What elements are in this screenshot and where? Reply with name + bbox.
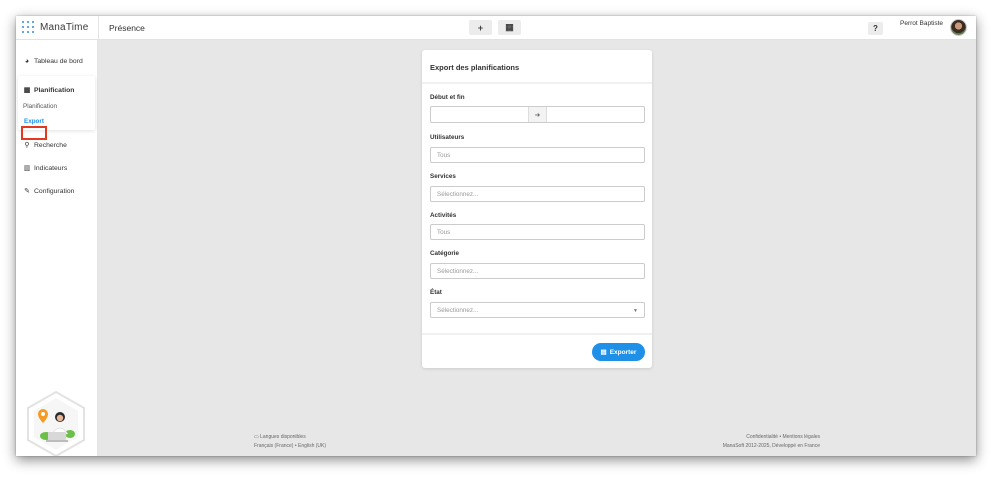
users-label: Utilisateurs xyxy=(430,134,465,141)
state-select[interactable]: Sélectionnez... ▼ xyxy=(430,302,645,318)
sidebar-item-planification[interactable]: ▦ Planification xyxy=(23,86,75,95)
calendar-icon: ▦ xyxy=(505,22,514,32)
support-illustration xyxy=(27,390,85,456)
calendar-button[interactable]: ▦ xyxy=(498,20,521,35)
help-button[interactable]: ? xyxy=(868,22,883,35)
top-bar: ManaTime Présence + ▦ ? Perrot Baptiste xyxy=(16,16,976,40)
arrow-right-icon: ➔ xyxy=(529,107,547,122)
divider xyxy=(98,16,99,40)
services-label: Services xyxy=(430,173,456,180)
legal-footer: Confidentialité • Mentions légales ManaS… xyxy=(706,433,820,451)
state-label: État xyxy=(430,289,442,296)
sidebar-item-label: Configuration xyxy=(34,187,75,195)
sidebar-item-dashboard[interactable]: ◕ Tableau de bord xyxy=(23,58,83,65)
category-label: Catégorie xyxy=(430,250,460,257)
divider xyxy=(422,333,652,335)
plus-icon: + xyxy=(477,22,484,33)
wrench-icon: ✎ xyxy=(24,188,30,195)
date-range-label: Début et fin xyxy=(430,94,465,101)
sidebar-item-label: Tableau de bord xyxy=(34,58,83,65)
sidebar: ◕ Tableau de bord ▦ Planification Planif… xyxy=(16,40,98,456)
avatar[interactable] xyxy=(950,19,967,36)
app-window: ManaTime Présence + ▦ ? Perrot Baptiste … xyxy=(16,16,976,456)
sidebar-item-indicateurs[interactable]: ▥ Indicateurs xyxy=(23,164,68,173)
category-select[interactable]: Sélectionnez... xyxy=(430,263,645,279)
copyright: ManaSoft 2012-2025, Développé en France xyxy=(722,443,820,449)
chevron-down-icon: ▼ xyxy=(633,308,638,314)
category-placeholder: Sélectionnez... xyxy=(437,267,479,275)
page-title: Présence xyxy=(109,23,145,33)
services-select[interactable]: Sélectionnez... xyxy=(430,186,645,202)
export-file-icon: ▤ xyxy=(600,349,607,356)
add-button[interactable]: + xyxy=(469,20,492,35)
language-footer: ▭ Langues disponibles Français (France) … xyxy=(254,433,326,451)
question-icon: ? xyxy=(873,24,878,33)
activities-label: Activités xyxy=(430,212,457,219)
state-placeholder: Sélectionnez... xyxy=(437,306,479,314)
sidebar-item-label: Planification xyxy=(34,86,75,94)
legal-links[interactable]: Confidentialité • Mentions légales xyxy=(706,433,820,442)
form-title: Export des planifications xyxy=(430,63,520,72)
sidebar-item-label: Indicateurs xyxy=(34,164,68,172)
activities-input[interactable]: Tous xyxy=(430,224,645,240)
languages-list[interactable]: Français (France) • English (UK) xyxy=(254,442,326,451)
export-form-card: Export des planifications Début et fin ➔… xyxy=(422,50,652,368)
user-name[interactable]: Perrot Baptiste xyxy=(900,20,943,27)
activities-placeholder: Tous xyxy=(437,228,451,236)
languages-title: ▭ Langues disponibles xyxy=(254,433,326,442)
search-icon: ⚲ xyxy=(24,142,30,149)
active-item-highlight xyxy=(21,126,47,140)
app-logo[interactable]: ManaTime xyxy=(22,21,88,33)
sidebar-item-recherche[interactable]: ⚲ Recherche xyxy=(23,141,67,150)
sidebar-item-label: Recherche xyxy=(34,141,67,149)
services-placeholder: Sélectionnez... xyxy=(437,190,479,198)
date-range-picker: ➔ xyxy=(430,106,645,123)
sidebar-subitem-planification[interactable]: Planification xyxy=(23,103,57,110)
dashboard-icon: ◕ xyxy=(24,58,30,65)
users-placeholder: Tous xyxy=(437,151,451,159)
chart-icon: ▥ xyxy=(23,165,31,172)
end-date-input[interactable] xyxy=(547,107,644,122)
languages-title-text: Langues disponibles xyxy=(260,434,306,440)
calendar-icon: ▦ xyxy=(23,87,31,94)
sidebar-subitem-export[interactable]: Export xyxy=(24,118,44,125)
start-date-input[interactable] xyxy=(431,107,529,122)
grid-dots-icon xyxy=(22,21,34,33)
export-button[interactable]: ▤ Exporter xyxy=(592,343,645,361)
divider xyxy=(422,82,652,84)
sidebar-item-configuration[interactable]: ✎ Configuration xyxy=(23,187,75,196)
export-button-label: Exporter xyxy=(609,348,637,356)
app-name: ManaTime xyxy=(40,21,89,33)
users-input[interactable]: Tous xyxy=(430,147,645,163)
